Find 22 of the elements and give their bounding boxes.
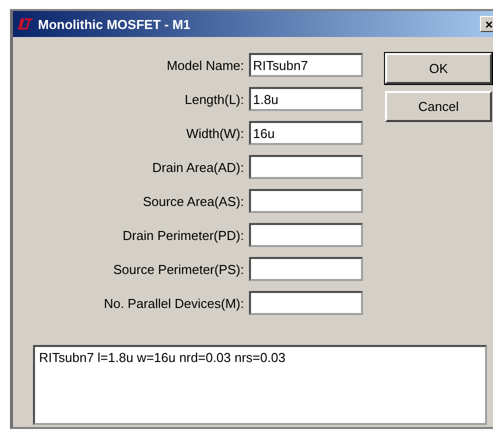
close-button[interactable]: × (480, 16, 493, 32)
logo-icon (18, 18, 33, 30)
input-field[interactable]: 1.8u (249, 87, 363, 111)
field-label: Width(W): (185, 126, 244, 140)
field-label: Model Name: (166, 58, 244, 72)
input-field[interactable] (249, 257, 363, 281)
field-label: Drain Area(AD): (151, 160, 244, 174)
input-field[interactable]: RITsubn7 (249, 53, 363, 77)
field-label: Length(L): (184, 92, 244, 106)
field-label: Source Area(AS): (142, 194, 244, 208)
input-field[interactable] (249, 223, 363, 247)
field-label: No. Parallel Devices(M): (102, 296, 244, 310)
field-label: Source Perimeter(PS): (112, 262, 244, 276)
field-label: Drain Perimeter(PD): (122, 228, 244, 242)
input-field[interactable] (249, 291, 363, 315)
preview-text: RITsubn7 l=1.8u w=16u nrd=0.03 nrs=0.03 (39, 350, 286, 365)
window-title: Monolithic MOSFET - M1 (38, 16, 192, 32)
cancel-button[interactable]: Cancel (385, 91, 492, 122)
input-field[interactable] (249, 189, 363, 213)
ok-button[interactable]: OK (385, 53, 492, 84)
input-field[interactable]: 16u (249, 121, 363, 145)
input-field[interactable] (249, 155, 363, 179)
